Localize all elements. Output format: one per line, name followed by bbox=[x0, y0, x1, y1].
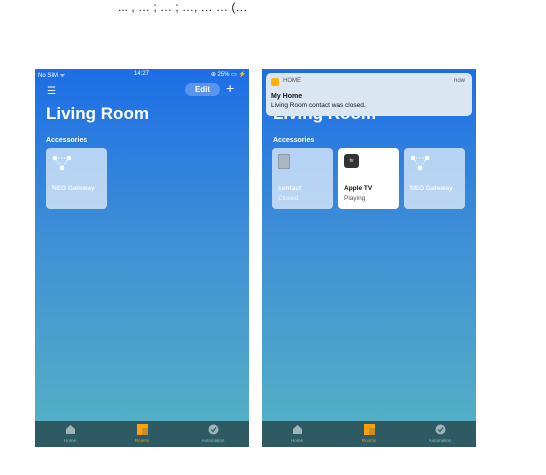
tab-automation-label: Automation bbox=[428, 438, 452, 443]
accessory-status: Playing bbox=[344, 195, 366, 202]
apple-tv-icon-text: tv bbox=[349, 158, 354, 164]
tab-bar: Home Rooms Automation bbox=[35, 421, 249, 447]
page-title: Living Room bbox=[46, 104, 149, 123]
tab-rooms[interactable]: Rooms bbox=[349, 424, 389, 443]
notification-body: Living Room contact was closed. bbox=[271, 102, 366, 109]
tab-rooms[interactable]: Rooms bbox=[122, 424, 162, 443]
tab-bar: Home Rooms Automation bbox=[262, 421, 476, 447]
accessory-name: contact bbox=[278, 185, 302, 192]
list-icon[interactable]: ☰ bbox=[47, 86, 56, 97]
tab-home-label: Home bbox=[290, 438, 303, 443]
clock-label: 14:27 bbox=[134, 71, 150, 77]
gateway-icon bbox=[52, 155, 72, 171]
gateway-icon bbox=[410, 155, 430, 171]
accessory-name: NEO Gateway bbox=[52, 185, 95, 192]
section-header-accessories: Accessories bbox=[273, 137, 315, 144]
accessory-name: NEO Gateway bbox=[410, 185, 453, 192]
notification-time: now bbox=[453, 78, 465, 84]
accessory-status: Closed bbox=[278, 195, 299, 202]
notification-banner[interactable]: HOME now My Home Living Room contact was… bbox=[266, 73, 472, 116]
phone-screen-living-room: No SIM ᯤ 14:27 ⊕ 25% ▭ ⚡ ☰ Edit + Living… bbox=[35, 69, 249, 447]
home-app-icon bbox=[271, 78, 279, 86]
rooms-icon bbox=[136, 424, 148, 435]
door-icon bbox=[278, 154, 290, 169]
carrier-label: No SIM ᯤ bbox=[38, 73, 66, 79]
accessory-tile-neo-gateway[interactable]: NEO Gateway bbox=[46, 148, 107, 209]
tab-home[interactable]: Home bbox=[277, 424, 317, 443]
battery-label: ⊕ 25% ▭ ⚡ bbox=[210, 72, 246, 78]
tab-rooms-label: Rooms bbox=[134, 438, 150, 443]
apple-tv-icon: tv bbox=[344, 154, 359, 168]
cropped-caption: ... , … ; … ; …, … … (… bbox=[118, 0, 248, 14]
tab-home[interactable]: Home bbox=[50, 424, 90, 443]
edit-button[interactable]: Edit bbox=[185, 83, 220, 96]
home-icon bbox=[65, 425, 75, 434]
status-bar: No SIM ᯤ 14:27 ⊕ 25% ▭ ⚡ bbox=[35, 70, 249, 80]
tab-automation[interactable]: Automation bbox=[193, 424, 233, 443]
tab-home-label: Home bbox=[63, 438, 76, 443]
rooms-icon bbox=[363, 424, 375, 435]
phone-screen-living-room-notification: Living Room HOME now My Home Living Room… bbox=[262, 69, 476, 447]
tab-automation[interactable]: Automation bbox=[420, 424, 460, 443]
add-button[interactable]: + bbox=[226, 81, 238, 95]
accessory-name: Apple TV bbox=[344, 185, 373, 192]
home-icon bbox=[292, 425, 302, 434]
tab-rooms-label: Rooms bbox=[361, 438, 377, 443]
automation-icon bbox=[435, 424, 445, 435]
notification-title: My Home bbox=[271, 93, 303, 100]
automation-icon bbox=[208, 424, 218, 435]
accessory-tile-contact[interactable]: contact Closed bbox=[272, 148, 333, 209]
accessory-tile-neo-gateway[interactable]: NEO Gateway bbox=[404, 148, 465, 209]
notification-app-name: HOME bbox=[283, 78, 301, 84]
tab-automation-label: Automation bbox=[201, 438, 225, 443]
section-header-accessories: Accessories bbox=[46, 137, 88, 144]
accessory-tile-apple-tv[interactable]: tv Apple TV Playing bbox=[338, 148, 399, 209]
